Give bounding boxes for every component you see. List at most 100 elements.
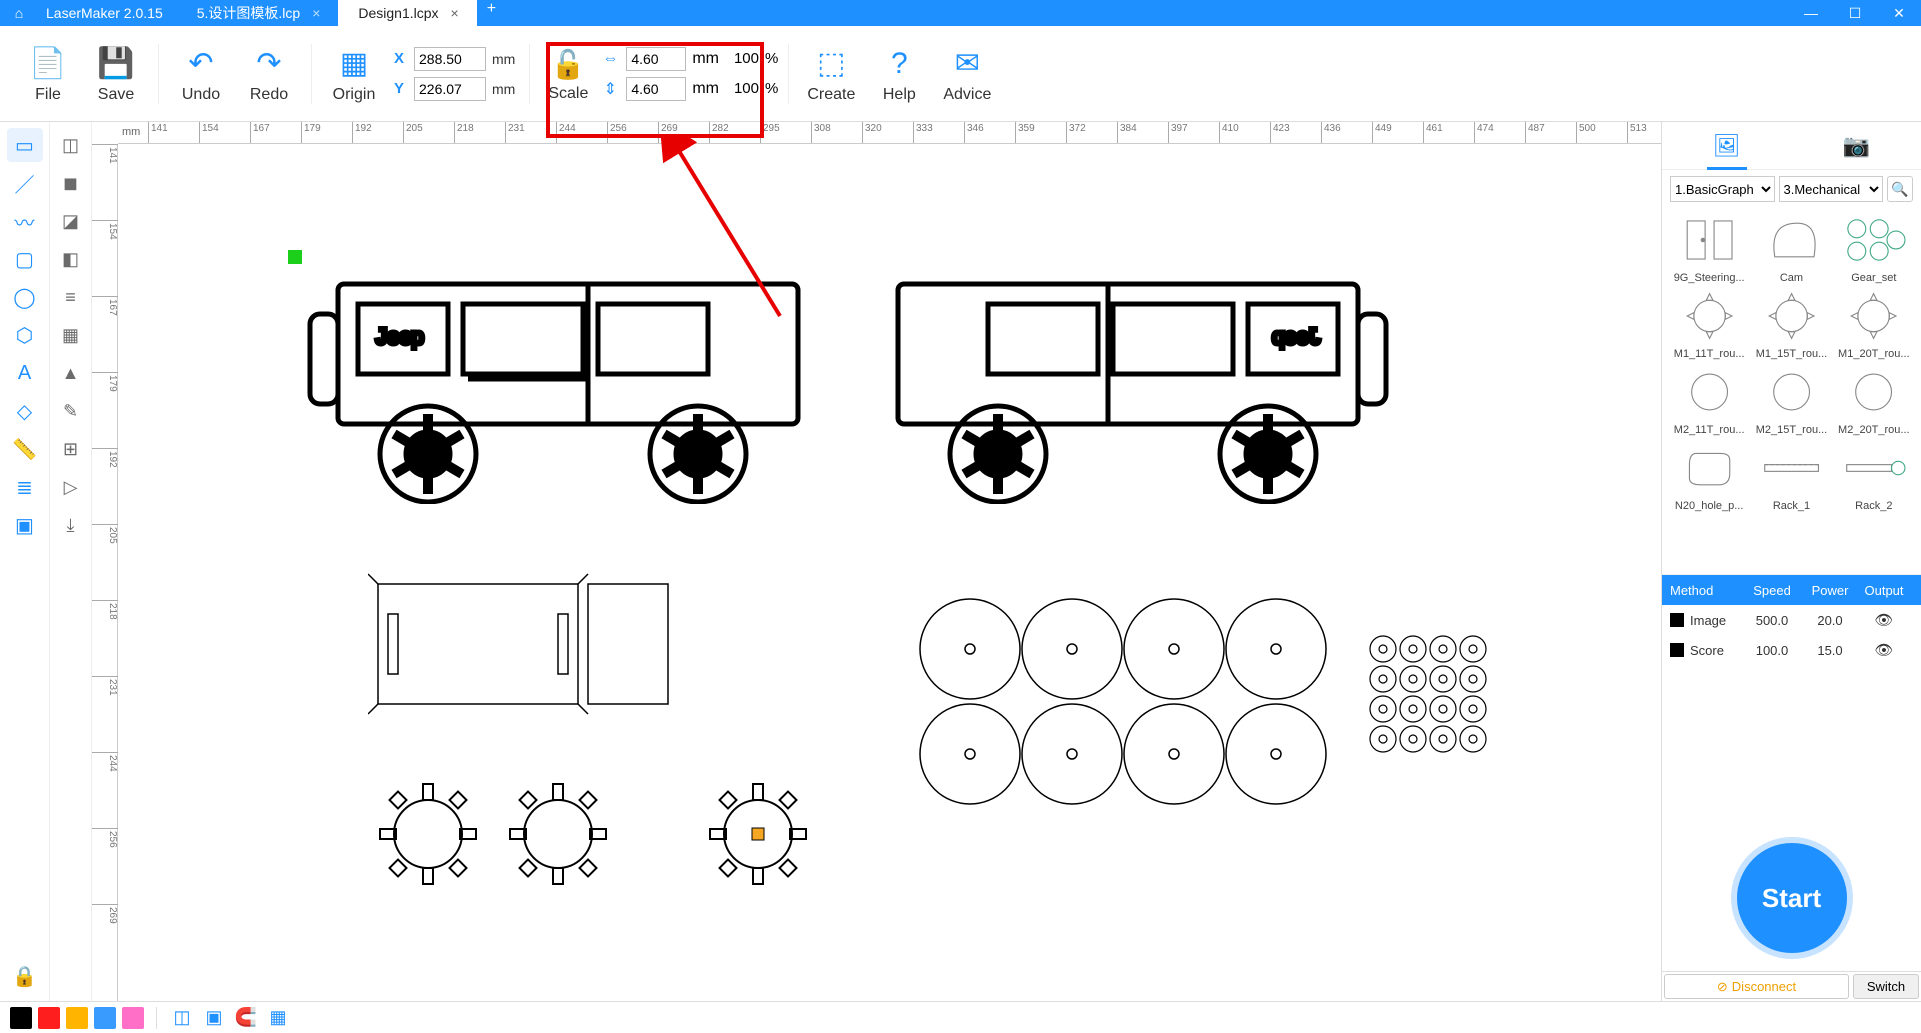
switch-button[interactable]: Switch — [1853, 974, 1919, 999]
library-tab[interactable]: 🖼 — [1707, 128, 1747, 164]
marquee-tool[interactable]: ◫ — [55, 128, 87, 162]
scale-height-unit: mm — [692, 80, 719, 98]
library-item[interactable]: M1_15T_rou... — [1752, 288, 1830, 360]
close-icon[interactable]: × — [312, 5, 320, 21]
library-item[interactable]: N20_hole_p... — [1670, 440, 1748, 512]
redo-button[interactable]: ↷Redo — [237, 35, 301, 113]
ring-array[interactable] — [1368, 634, 1488, 754]
visibility-icon[interactable]: 👁 — [1858, 641, 1910, 659]
color-swatch[interactable] — [38, 1007, 60, 1029]
transform-tool[interactable]: ▷ — [55, 470, 87, 504]
library-item[interactable]: M2_11T_rou... — [1670, 364, 1748, 436]
bounds-icon[interactable]: ◫ — [169, 1005, 195, 1031]
layer-row-image[interactable]: Image 500.0 20.0 👁 — [1662, 605, 1921, 635]
box-unfold[interactable] — [368, 564, 688, 724]
fit-icon[interactable]: ▣ — [201, 1005, 227, 1031]
library-item[interactable]: M2_15T_rou... — [1752, 364, 1830, 436]
start-button[interactable]: Start — [1737, 843, 1847, 953]
align-tool[interactable]: ≡ — [55, 280, 87, 314]
left-toolbar-2: ◫ ◼ ◪ ◧ ≡ ▦ ▲ ✎ ⊞ ▷ ⤓ — [50, 122, 92, 1001]
minimize-button[interactable]: — — [1789, 0, 1833, 26]
tab-design1[interactable]: Design1.lcpx × — [338, 0, 476, 26]
library-thumb — [1756, 212, 1826, 268]
category-1-select[interactable]: 1.BasicGraph — [1670, 176, 1775, 202]
library-caption: Rack_2 — [1838, 500, 1910, 512]
rect-tool[interactable]: ▢ — [7, 242, 43, 276]
camera-tab[interactable]: 📷 — [1836, 128, 1876, 164]
tab-template[interactable]: 5.设计图模板.lcp × — [177, 0, 339, 26]
ruler-tool[interactable]: 📏 — [7, 432, 43, 466]
color-swatch[interactable] — [10, 1007, 32, 1029]
scale-width-input[interactable] — [626, 47, 686, 71]
category-2-select[interactable]: 3.Mechanical — [1779, 176, 1884, 202]
scale-lock-button[interactable]: 🔓Scale — [540, 45, 596, 103]
visibility-icon[interactable]: 👁 — [1858, 611, 1910, 629]
create-button[interactable]: ⬚Create — [799, 35, 863, 113]
scale-width-pct: 100 — [725, 50, 759, 67]
y-input[interactable] — [414, 77, 486, 101]
advice-button[interactable]: ✉Advice — [935, 35, 999, 113]
polygon-tool[interactable]: ⬡ — [7, 318, 43, 352]
color-swatch[interactable] — [66, 1007, 88, 1029]
line-tool[interactable]: ／ — [7, 166, 43, 200]
file-button[interactable]: 📄File — [16, 35, 80, 113]
scale-height-input[interactable] — [626, 77, 686, 101]
export-tool[interactable]: ⤓ — [55, 508, 87, 542]
color-swatch[interactable] — [94, 1007, 116, 1029]
bottom-bar: ◫ ▣ 🧲 ▦ — [0, 1001, 1921, 1033]
undo-button[interactable]: ↶Undo — [169, 35, 233, 113]
y-label: Y — [394, 80, 408, 97]
help-button[interactable]: ?Help — [867, 35, 931, 113]
shape-tool[interactable]: ◧ — [55, 242, 87, 276]
select-tool[interactable]: ▭ — [7, 128, 43, 162]
grid-icon[interactable]: ▦ — [265, 1005, 291, 1031]
save-button[interactable]: 💾Save — [84, 35, 148, 113]
wheel-grid[interactable] — [918, 594, 1338, 814]
library-item[interactable]: Gear_set — [1835, 212, 1913, 284]
x-unit: mm — [492, 51, 515, 67]
maximize-button[interactable]: ☐ — [1833, 0, 1877, 26]
text-tool[interactable]: A — [7, 356, 43, 390]
canvas[interactable]: Jeep Jeep — [118, 144, 1661, 1001]
edit-tool[interactable]: ✎ — [55, 394, 87, 428]
close-button[interactable]: ✕ — [1877, 0, 1921, 26]
layer-row-score[interactable]: Score 100.0 15.0 👁 — [1662, 635, 1921, 665]
ruler-tick: 167 — [250, 122, 270, 144]
home-icon[interactable]: ⌂ — [6, 0, 32, 26]
canvas-wrap: mm 1411541671791922052182312442562692822… — [92, 122, 1661, 1001]
ruler-tick: 179 — [301, 122, 321, 144]
library-item[interactable]: M1_11T_rou... — [1670, 288, 1748, 360]
library-item[interactable]: M2_20T_rou... — [1835, 364, 1913, 436]
layers-tool[interactable]: ≣ — [7, 470, 43, 504]
coordinate-block: X mm Y mm — [390, 47, 519, 101]
x-input[interactable] — [414, 47, 486, 71]
library-item[interactable]: Cam — [1752, 212, 1830, 284]
new-tab-button[interactable]: + — [477, 0, 506, 26]
grid-tool[interactable]: ▦ — [55, 318, 87, 352]
mirror-tool[interactable]: ▲ — [55, 356, 87, 390]
layer-swatch — [1670, 643, 1684, 657]
library-item[interactable]: M1_20T_rou... — [1835, 288, 1913, 360]
origin-button[interactable]: ▦Origin — [322, 35, 386, 113]
fill-tool[interactable]: ◼ — [55, 166, 87, 200]
tab-label: Design1.lcpx — [358, 5, 438, 21]
color-swatch[interactable] — [122, 1007, 144, 1029]
lock-tool[interactable]: 🔒 — [7, 959, 43, 993]
selection-handle[interactable] — [288, 250, 302, 264]
path-tool[interactable]: ◪ — [55, 204, 87, 238]
gear-row[interactable] — [368, 764, 848, 904]
array-tool[interactable]: ⊞ — [55, 432, 87, 466]
artboard-tool[interactable]: ▣ — [7, 508, 43, 542]
eraser-tool[interactable]: ◇ — [7, 394, 43, 428]
ruler-tick: 449 — [1372, 122, 1392, 144]
library-item[interactable]: Rack_2 — [1835, 440, 1913, 512]
vehicle-right[interactable]: Jeep — [858, 264, 1398, 504]
disconnect-button[interactable]: ⊘Disconnect — [1664, 974, 1849, 999]
library-item[interactable]: Rack_1 — [1752, 440, 1830, 512]
close-icon[interactable]: × — [451, 5, 459, 21]
search-icon[interactable]: 🔍 — [1887, 176, 1913, 202]
curve-tool[interactable]: 〰 — [7, 204, 43, 238]
snap-icon[interactable]: 🧲 — [233, 1005, 259, 1031]
library-item[interactable]: 9G_Steering... — [1670, 212, 1748, 284]
ellipse-tool[interactable]: ◯ — [7, 280, 43, 314]
